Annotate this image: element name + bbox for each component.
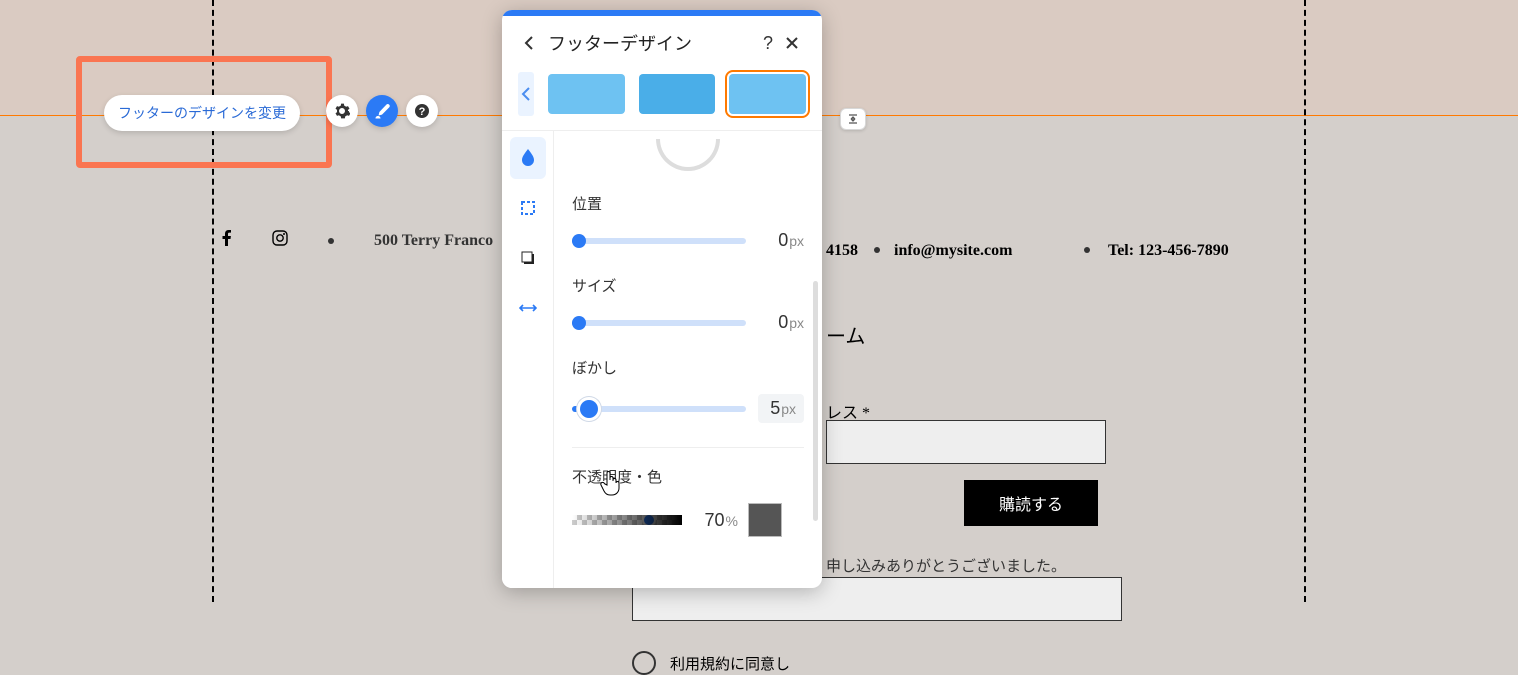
toolbar-icons: ? bbox=[326, 95, 438, 127]
right-column: ーム レス * bbox=[826, 320, 870, 423]
blur-label: ぼかし bbox=[572, 357, 804, 378]
panel-header: フッターデザイン ? bbox=[502, 16, 822, 66]
instagram-icon[interactable] bbox=[272, 230, 288, 251]
opacity-value: 70% bbox=[692, 510, 738, 531]
thanks-text: 申し込みありがとうございました。 bbox=[826, 555, 1066, 576]
panel-side-tabs bbox=[502, 131, 554, 588]
resize-handle[interactable] bbox=[840, 108, 866, 130]
agree-label: 利用規約に同意し bbox=[670, 653, 790, 674]
opacity-control: 不透明度・色 70% bbox=[572, 466, 804, 537]
blur-control: ぼかし 5px bbox=[572, 357, 804, 423]
facebook-icon[interactable] bbox=[222, 230, 232, 251]
angle-arc[interactable] bbox=[656, 139, 720, 171]
panel-body: 位置 0px サイズ 0px ぼかし 5px bbox=[502, 131, 822, 588]
blur-slider[interactable] bbox=[572, 406, 746, 412]
opacity-label: 不透明度・色 bbox=[572, 466, 804, 487]
size-slider[interactable] bbox=[572, 320, 746, 326]
scrollbar[interactable] bbox=[813, 281, 818, 521]
panel-title: フッターデザイン bbox=[548, 30, 756, 56]
tab-resize[interactable] bbox=[510, 287, 546, 329]
help-icon[interactable]: ? bbox=[406, 95, 438, 127]
gear-icon[interactable] bbox=[326, 95, 358, 127]
contact-line: 500 Terry Franco bbox=[222, 230, 1518, 251]
tab-fill[interactable] bbox=[510, 137, 546, 179]
opacity-slider[interactable] bbox=[572, 515, 682, 525]
position-slider[interactable] bbox=[572, 238, 746, 244]
bullet-icon bbox=[328, 238, 334, 244]
heading-fragment: ーム bbox=[826, 320, 870, 349]
svg-text:?: ? bbox=[419, 106, 426, 118]
size-value: 0px bbox=[758, 312, 804, 333]
guide-left bbox=[212, 0, 214, 602]
footer-address: 500 Terry Franco bbox=[374, 232, 493, 250]
footer-design-panel: フッターデザイン ? bbox=[502, 10, 822, 588]
panel-close-button[interactable] bbox=[780, 31, 804, 55]
prev-preset-button[interactable] bbox=[518, 72, 534, 116]
zip-fragment: 4158 bbox=[826, 242, 858, 260]
back-button[interactable] bbox=[520, 34, 538, 52]
brush-icon[interactable] bbox=[366, 95, 398, 127]
size-label: サイズ bbox=[572, 275, 804, 296]
preset-2[interactable] bbox=[639, 74, 716, 114]
guide-right bbox=[1304, 0, 1306, 602]
divider bbox=[572, 447, 804, 448]
subscribe-button[interactable]: 購読する bbox=[964, 480, 1098, 526]
preset-row bbox=[502, 66, 822, 131]
change-footer-design-button[interactable]: フッターのデザインを変更 bbox=[104, 95, 300, 131]
blur-value[interactable]: 5px bbox=[758, 394, 804, 423]
subscribe-label: 購読する bbox=[999, 491, 1063, 515]
tab-border[interactable] bbox=[510, 187, 546, 229]
preset-3-active[interactable] bbox=[729, 74, 806, 114]
panel-main: 位置 0px サイズ 0px ぼかし 5px bbox=[554, 131, 822, 588]
bullet-2 bbox=[874, 240, 880, 258]
panel-help-button[interactable]: ? bbox=[756, 31, 780, 55]
size-control: サイズ 0px bbox=[572, 275, 804, 333]
agree-radio[interactable] bbox=[632, 651, 656, 675]
footer-email: info@mysite.com bbox=[894, 242, 1012, 260]
color-swatch[interactable] bbox=[748, 503, 782, 537]
footer-tel: Tel: 123-456-7890 bbox=[1108, 242, 1229, 260]
tab-shadow[interactable] bbox=[510, 237, 546, 279]
address-input[interactable] bbox=[826, 420, 1106, 464]
preset-1[interactable] bbox=[548, 74, 625, 114]
position-value: 0px bbox=[758, 230, 804, 251]
position-label: 位置 bbox=[572, 193, 804, 214]
position-control: 位置 0px bbox=[572, 193, 804, 251]
change-footer-design-label: フッターのデザインを変更 bbox=[118, 105, 286, 121]
bullet-3 bbox=[1084, 240, 1090, 258]
